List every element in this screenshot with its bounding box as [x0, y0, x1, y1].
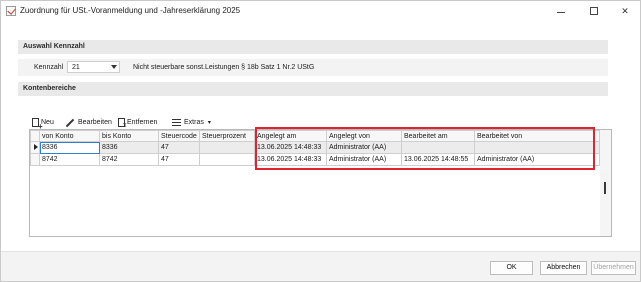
- vertical-scrollbar[interactable]: [600, 130, 611, 236]
- window-title: Zuordnung für USt.-Voranmeldung und -Jah…: [20, 6, 241, 15]
- minimize-button[interactable]: [554, 5, 568, 18]
- dialog-window: Zuordnung für USt.-Voranmeldung und -Jah…: [0, 0, 641, 282]
- row-indicator-header: [30, 130, 40, 142]
- close-icon: ✕: [621, 6, 629, 16]
- maximize-icon: [590, 7, 598, 15]
- remove-button[interactable]: x Entfernen: [118, 116, 157, 129]
- scrollbar-thumb[interactable]: [604, 182, 606, 194]
- pencil-icon: [65, 118, 75, 127]
- title-bar: Zuordnung für USt.-Voranmeldung und -Jah…: [1, 1, 640, 22]
- minimize-icon: [557, 12, 565, 13]
- row-indicator: [30, 153, 40, 166]
- table-cell[interactable]: 8742: [99, 153, 159, 166]
- edit-button[interactable]: Bearbeiten: [65, 116, 112, 129]
- column-header[interactable]: von Konto: [39, 130, 100, 142]
- ok-button[interactable]: OK: [490, 261, 533, 275]
- table-cell[interactable]: [199, 153, 255, 166]
- maximize-button[interactable]: [587, 5, 601, 18]
- new-document-icon: +: [32, 118, 43, 131]
- kennzahl-select[interactable]: 21: [67, 61, 120, 73]
- column-header[interactable]: Steuerprozent: [199, 130, 255, 142]
- edit-button-label: Bearbeiten: [78, 119, 112, 126]
- chevron-down-icon[interactable]: [111, 65, 117, 69]
- table-cell[interactable]: [199, 141, 255, 154]
- column-header[interactable]: Steuercode: [158, 130, 200, 142]
- audit-columns-highlight: [255, 127, 595, 170]
- kennzahl-row: Kennzahl 21 Nicht steuerbare sonst.Leist…: [18, 59, 608, 76]
- close-button[interactable]: ✕: [618, 5, 632, 18]
- extras-label: Extras: [184, 119, 204, 126]
- kennzahl-value: 21: [72, 64, 80, 71]
- remove-document-icon: x: [118, 118, 127, 129]
- table-cell[interactable]: 8336: [39, 141, 100, 154]
- table-cell[interactable]: 47: [158, 153, 200, 166]
- kennzahl-description: Nicht steuerbare sonst.Leistungen § 18b …: [133, 64, 315, 71]
- dialog-footer: OK Abbrechen Übernehmen: [1, 251, 640, 281]
- cancel-button[interactable]: Abbrechen: [540, 261, 587, 275]
- group-header-auswahl: Auswahl Kennzahl: [18, 40, 608, 54]
- group-header-kontenbereiche: Kontenbereiche: [18, 82, 608, 96]
- menu-icon: [172, 119, 181, 126]
- apply-button[interactable]: Übernehmen: [591, 261, 636, 275]
- remove-button-label: Entfernen: [127, 119, 158, 126]
- row-indicator: [30, 141, 40, 154]
- extras-menu-button[interactable]: Extras ▾: [172, 116, 211, 129]
- app-icon: [6, 6, 16, 16]
- caret-down-icon: ▾: [207, 120, 211, 126]
- table-cell[interactable]: 8336: [99, 141, 159, 154]
- kennzahl-label: Kennzahl: [34, 64, 64, 71]
- table-cell[interactable]: 47: [158, 141, 200, 154]
- column-header[interactable]: bis Konto: [99, 130, 159, 142]
- new-button[interactable]: + Neu: [32, 116, 54, 131]
- table-cell[interactable]: 8742: [39, 153, 100, 166]
- current-row-icon: [34, 143, 38, 150]
